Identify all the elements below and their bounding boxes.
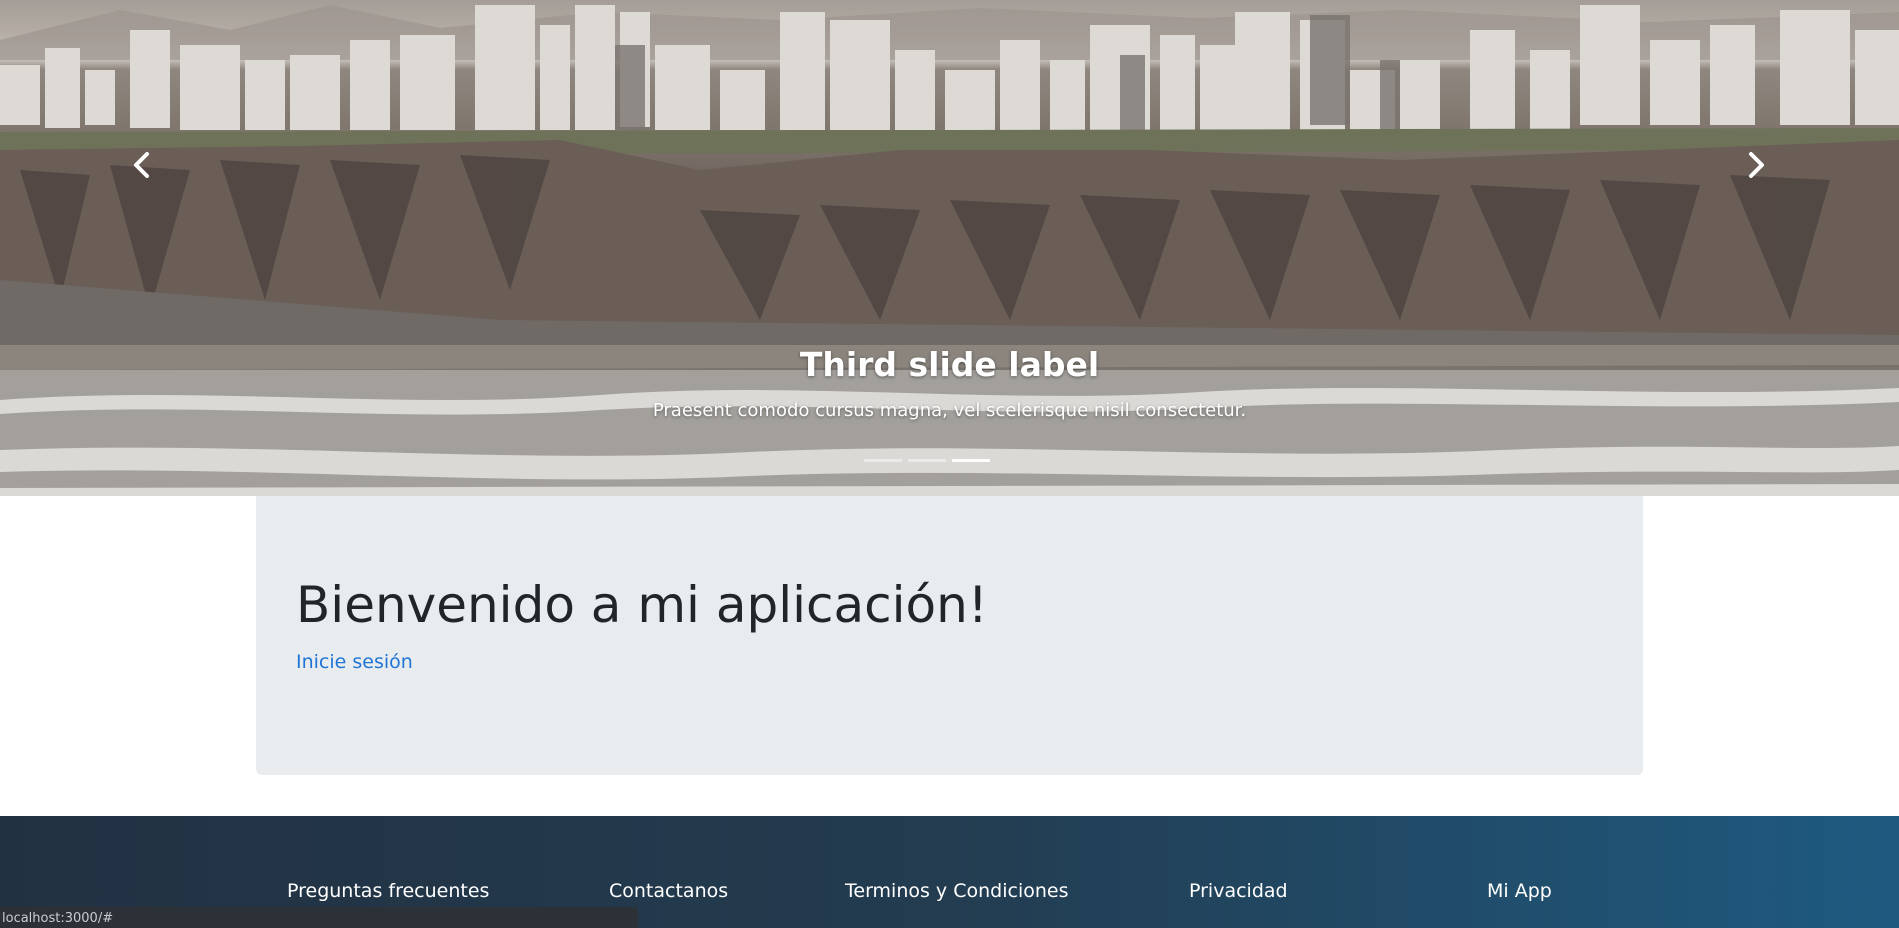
welcome-jumbotron: Bienvenido a mi aplicación! Inicie sesió…	[256, 496, 1643, 775]
footer-link-app[interactable]: Mi App	[1487, 880, 1552, 902]
carousel-indicator-2[interactable]	[908, 459, 946, 462]
hero-carousel: Third slide label Praesent comodo cursus…	[0, 0, 1899, 496]
footer-link-terms[interactable]: Terminos y Condiciones	[845, 880, 1068, 902]
chevron-left-icon	[134, 152, 149, 178]
carousel-indicator-1[interactable]	[864, 459, 902, 462]
carousel-indicators	[864, 459, 990, 462]
slide-caption-text: Praesent comodo cursus magna, vel sceler…	[652, 400, 1247, 421]
carousel-prev-button[interactable]	[117, 140, 167, 190]
login-link[interactable]: Inicie sesión	[296, 651, 413, 673]
footer-link-faq[interactable]: Preguntas frecuentes	[287, 880, 489, 902]
slide-caption-title: Third slide label	[799, 345, 1100, 384]
footer-link-contact[interactable]: Contactanos	[609, 880, 728, 902]
footer-link-privacy[interactable]: Privacidad	[1189, 880, 1288, 902]
carousel-indicator-3[interactable]	[952, 459, 990, 462]
carousel-next-button[interactable]	[1731, 140, 1781, 190]
page-title: Bienvenido a mi aplicación!	[296, 576, 988, 634]
browser-status-bar: localhost:3000/#	[0, 907, 638, 928]
chevron-right-icon	[1749, 152, 1764, 178]
slide-image	[0, 5, 1899, 496]
